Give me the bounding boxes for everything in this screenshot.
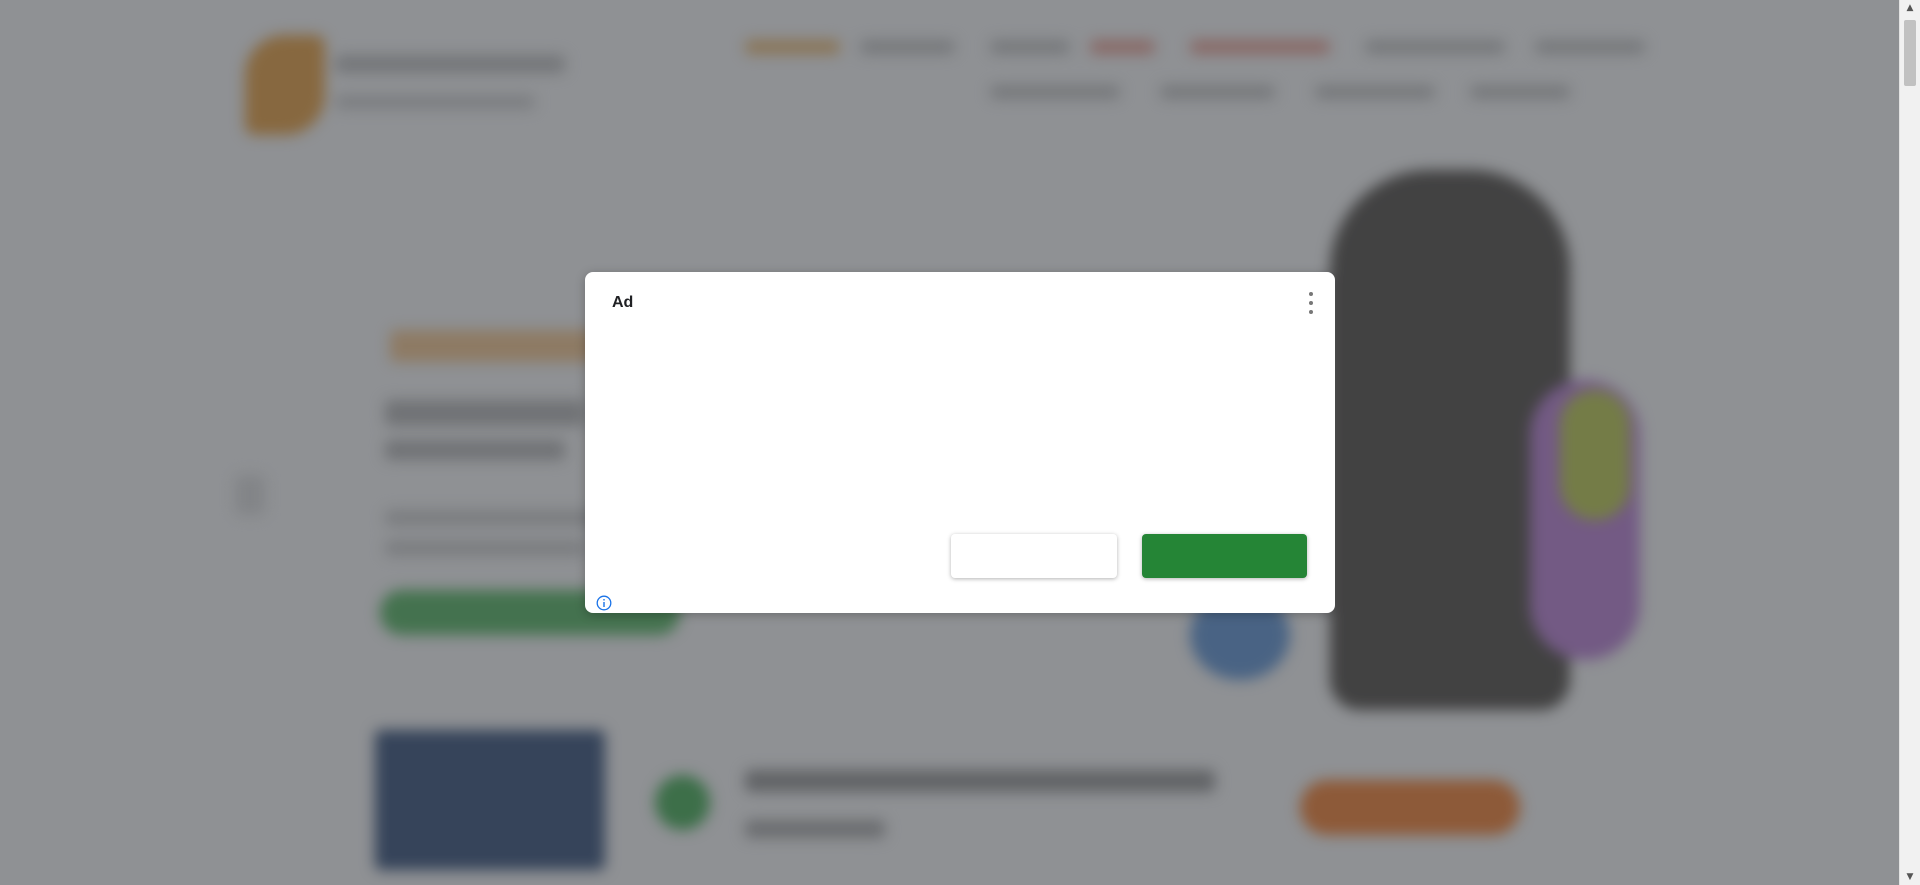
ad-secondary-button[interactable] xyxy=(951,534,1117,578)
page-scrollbar[interactable]: ▲ ▼ xyxy=(1899,0,1920,885)
info-icon[interactable] xyxy=(596,595,612,611)
ad-primary-button[interactable] xyxy=(1142,534,1307,578)
triangle-up-icon[interactable]: ▲ xyxy=(1900,0,1920,16)
vertical-ellipsis-icon[interactable] xyxy=(1305,290,1317,316)
triangle-down-icon[interactable]: ▼ xyxy=(1900,869,1920,885)
scrollbar-thumb[interactable] xyxy=(1904,20,1916,86)
ad-dialog: Ad xyxy=(585,272,1335,613)
ad-label: Ad xyxy=(612,294,634,311)
